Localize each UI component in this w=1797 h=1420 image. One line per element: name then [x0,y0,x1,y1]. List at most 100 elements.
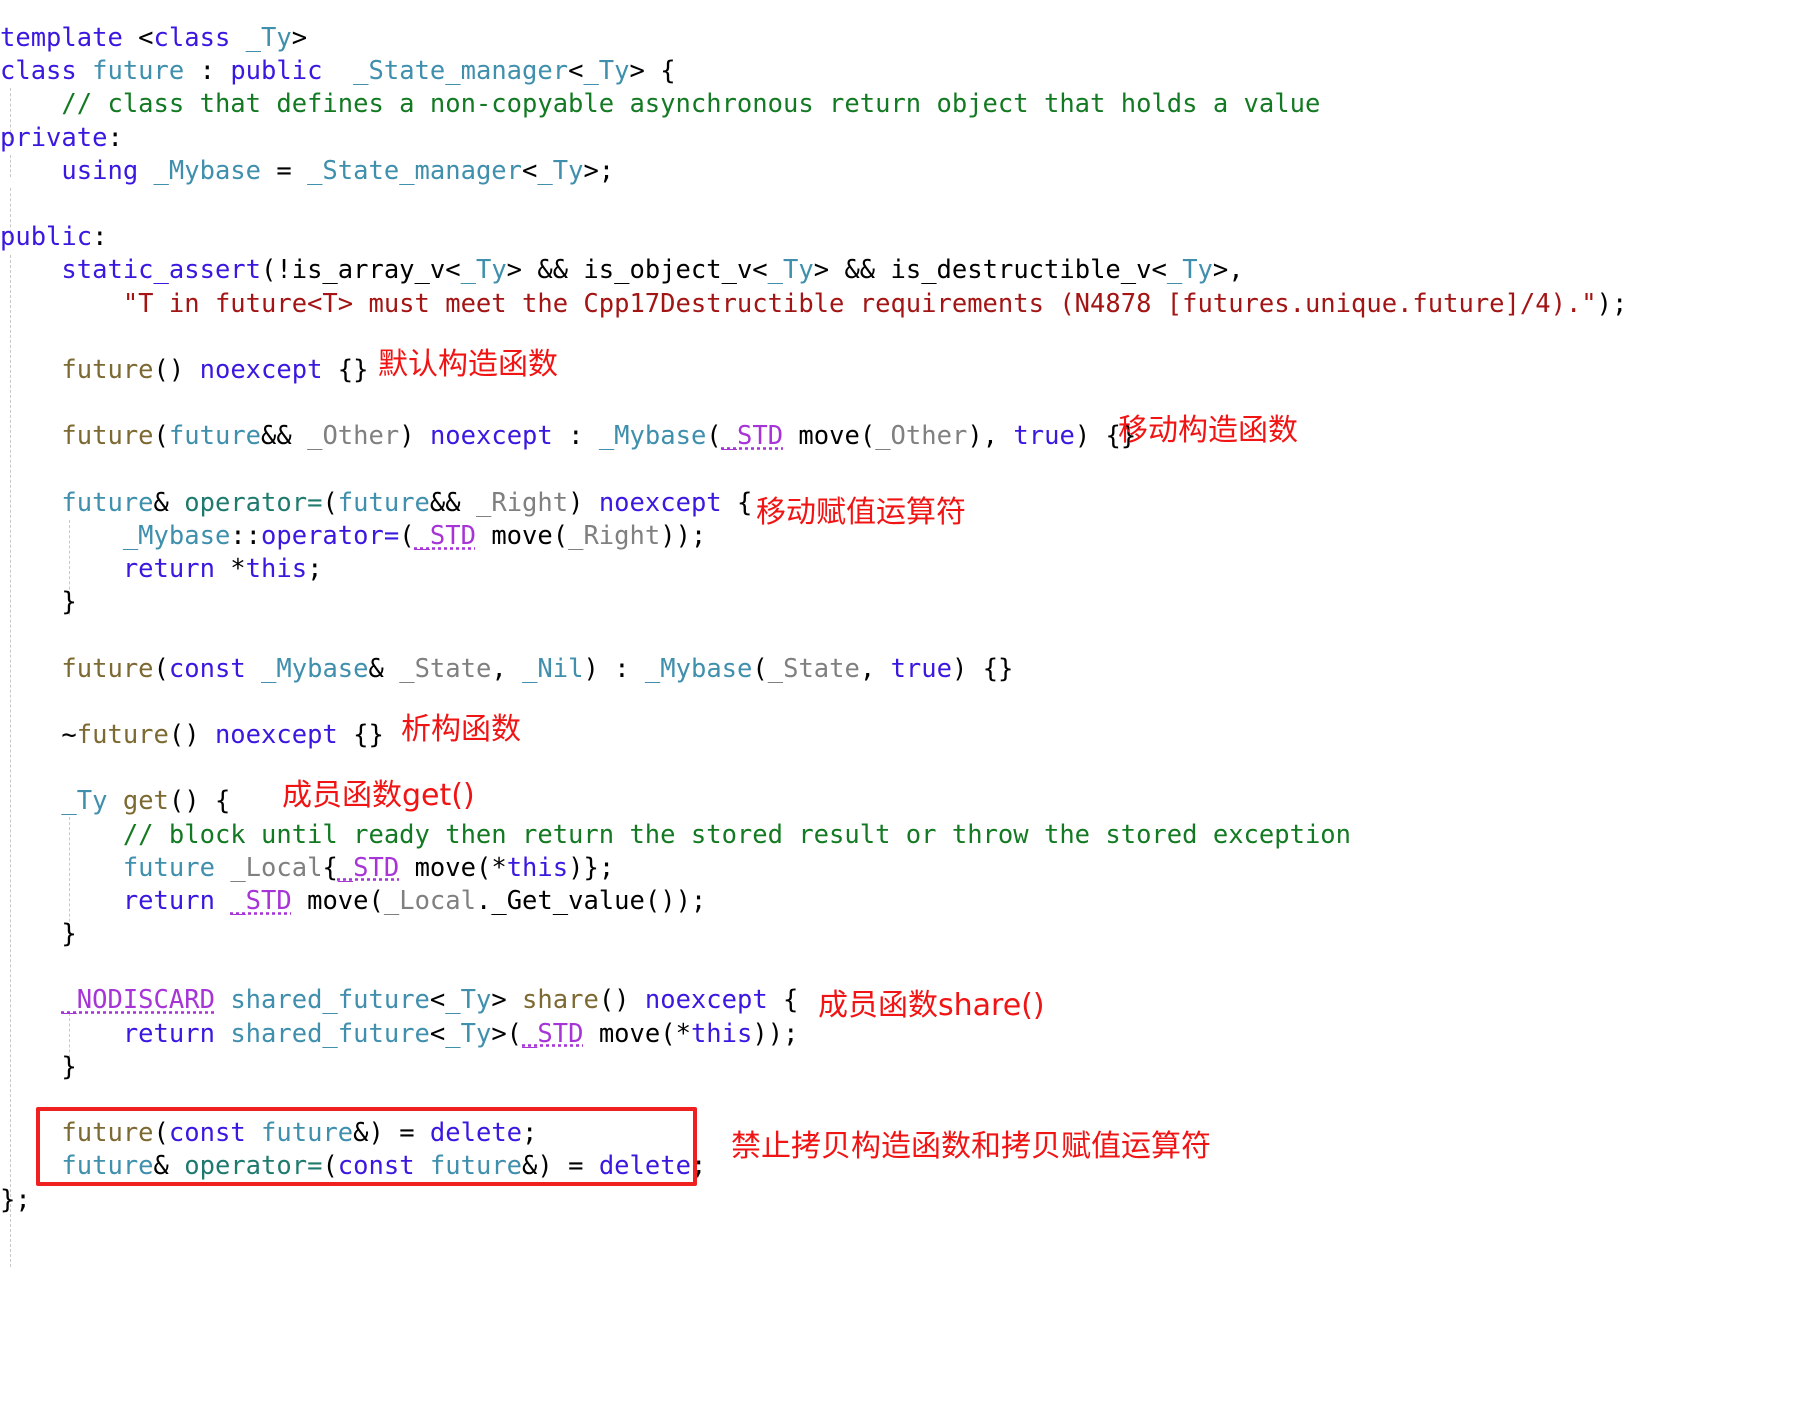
token-plain: >; [583,155,615,186]
code-line-blank [0,951,1797,984]
token-plain: ) [568,487,599,518]
token-plain: < [122,23,154,53]
token-keyword: private [0,122,108,153]
token-plain: ) : [583,653,645,684]
token-macro: _NODISCARD [61,985,215,1016]
annotation-deleted-copy: 禁止拷贝构造函数和拷贝赋值运算符 [731,1129,1211,1164]
token-plain: , [491,653,523,684]
token-plain: & [153,1151,185,1182]
token-type: _Ty [245,23,292,53]
token-keyword: return [122,885,215,916]
token-type: _Nil [522,653,584,684]
token-plain: : [184,56,231,87]
annotation-default-ctor: 默认构造函数 [378,347,558,382]
annotation-move-ctor: 移动构造函数 [1118,413,1298,448]
token-plain: < [429,985,446,1016]
code-line-blank [0,1084,1797,1117]
token-keyword: const [168,653,246,684]
source-code[interactable]: template <class _Ty> class future : publ… [0,22,1797,1217]
token-function: get [122,786,169,817]
token-type: _Mybase [122,520,231,551]
code-line: future _Local{_STD move(*this)}; [0,852,1797,885]
code-line: // block until ready then return the sto… [0,819,1797,852]
code-line: } [0,586,1797,619]
token-string: "T in future<T> must meet the Cpp17Destr… [122,288,1597,319]
token-plain: )); [660,520,707,551]
token-parameter: _Other [875,421,968,452]
code-line: using _Mybase = _State_manager<_Ty>; [0,155,1797,188]
token-plain: & [153,487,185,518]
token-plain: >, [1212,255,1244,286]
token-type: shared_future [230,1018,430,1049]
token-plain: move( [783,421,876,452]
code-screenshot: template <class _Ty> class future : publ… [0,0,1797,1420]
token-type: _Ty [583,56,630,87]
token-plain: } [0,919,77,950]
token-plain: ; [522,1118,538,1149]
token-plain: && [261,421,308,452]
code-line: return *this; [0,553,1797,586]
token-plain: () [168,719,215,750]
token-parameter: _Other [307,421,400,452]
token-comment: // block until ready then return the sto… [122,819,1352,850]
token-type: future [92,56,185,87]
token-plain: ) {} [952,653,1014,684]
token-plain: {} [322,354,369,385]
token-plain: move( [291,885,384,916]
token-plain: : [552,421,599,452]
token-plain: < [568,56,584,87]
token-type: _Mybase [598,421,707,452]
token-macro: _STD [522,1018,584,1049]
token-keyword: noexcept [214,719,338,750]
token-keyword: noexcept [598,487,722,518]
code-line: _Ty get() { [0,785,1797,818]
token-keyword: const [168,1118,246,1149]
token-keyword: class [0,56,77,87]
token-plain: & [368,653,400,684]
token-keyword: delete [429,1118,523,1149]
annotation-destructor: 析构函数 [401,712,521,747]
token-plain: &) = [353,1118,430,1149]
token-type: shared_future [230,985,430,1016]
token-function: future [76,719,169,750]
token-keyword: using [61,155,139,186]
token-operator-decl: operator= [184,487,323,518]
code-line: future(future&& _Other) noexcept : _Myba… [0,420,1797,453]
token-type: future [122,852,215,883]
token-plain: ._Get_value()); [475,885,707,916]
token-plain: { [767,985,799,1016]
token-keyword: noexcept [429,421,553,452]
annotation-move-assign: 移动赋值运算符 [756,495,966,530]
token-plain: ); [1596,288,1628,319]
token-plain: ( [399,520,415,551]
token-keyword: public [230,56,323,87]
token-plain: > && is_destructible_v< [813,255,1167,286]
token-plain: )); [752,1018,799,1049]
token-plain: () [153,354,200,385]
code-line: "T in future<T> must meet the Cpp17Destr… [0,288,1797,321]
token-keyword: noexcept [644,985,768,1016]
token-plain: > && is_object_v< [506,255,768,286]
token-type: _Mybase [153,155,262,186]
token-keyword: noexcept [199,354,323,385]
token-plain: () { [168,786,231,817]
token-plain: : [92,222,108,253]
token-plain: ) [399,421,430,452]
token-keyword: template [0,23,123,53]
